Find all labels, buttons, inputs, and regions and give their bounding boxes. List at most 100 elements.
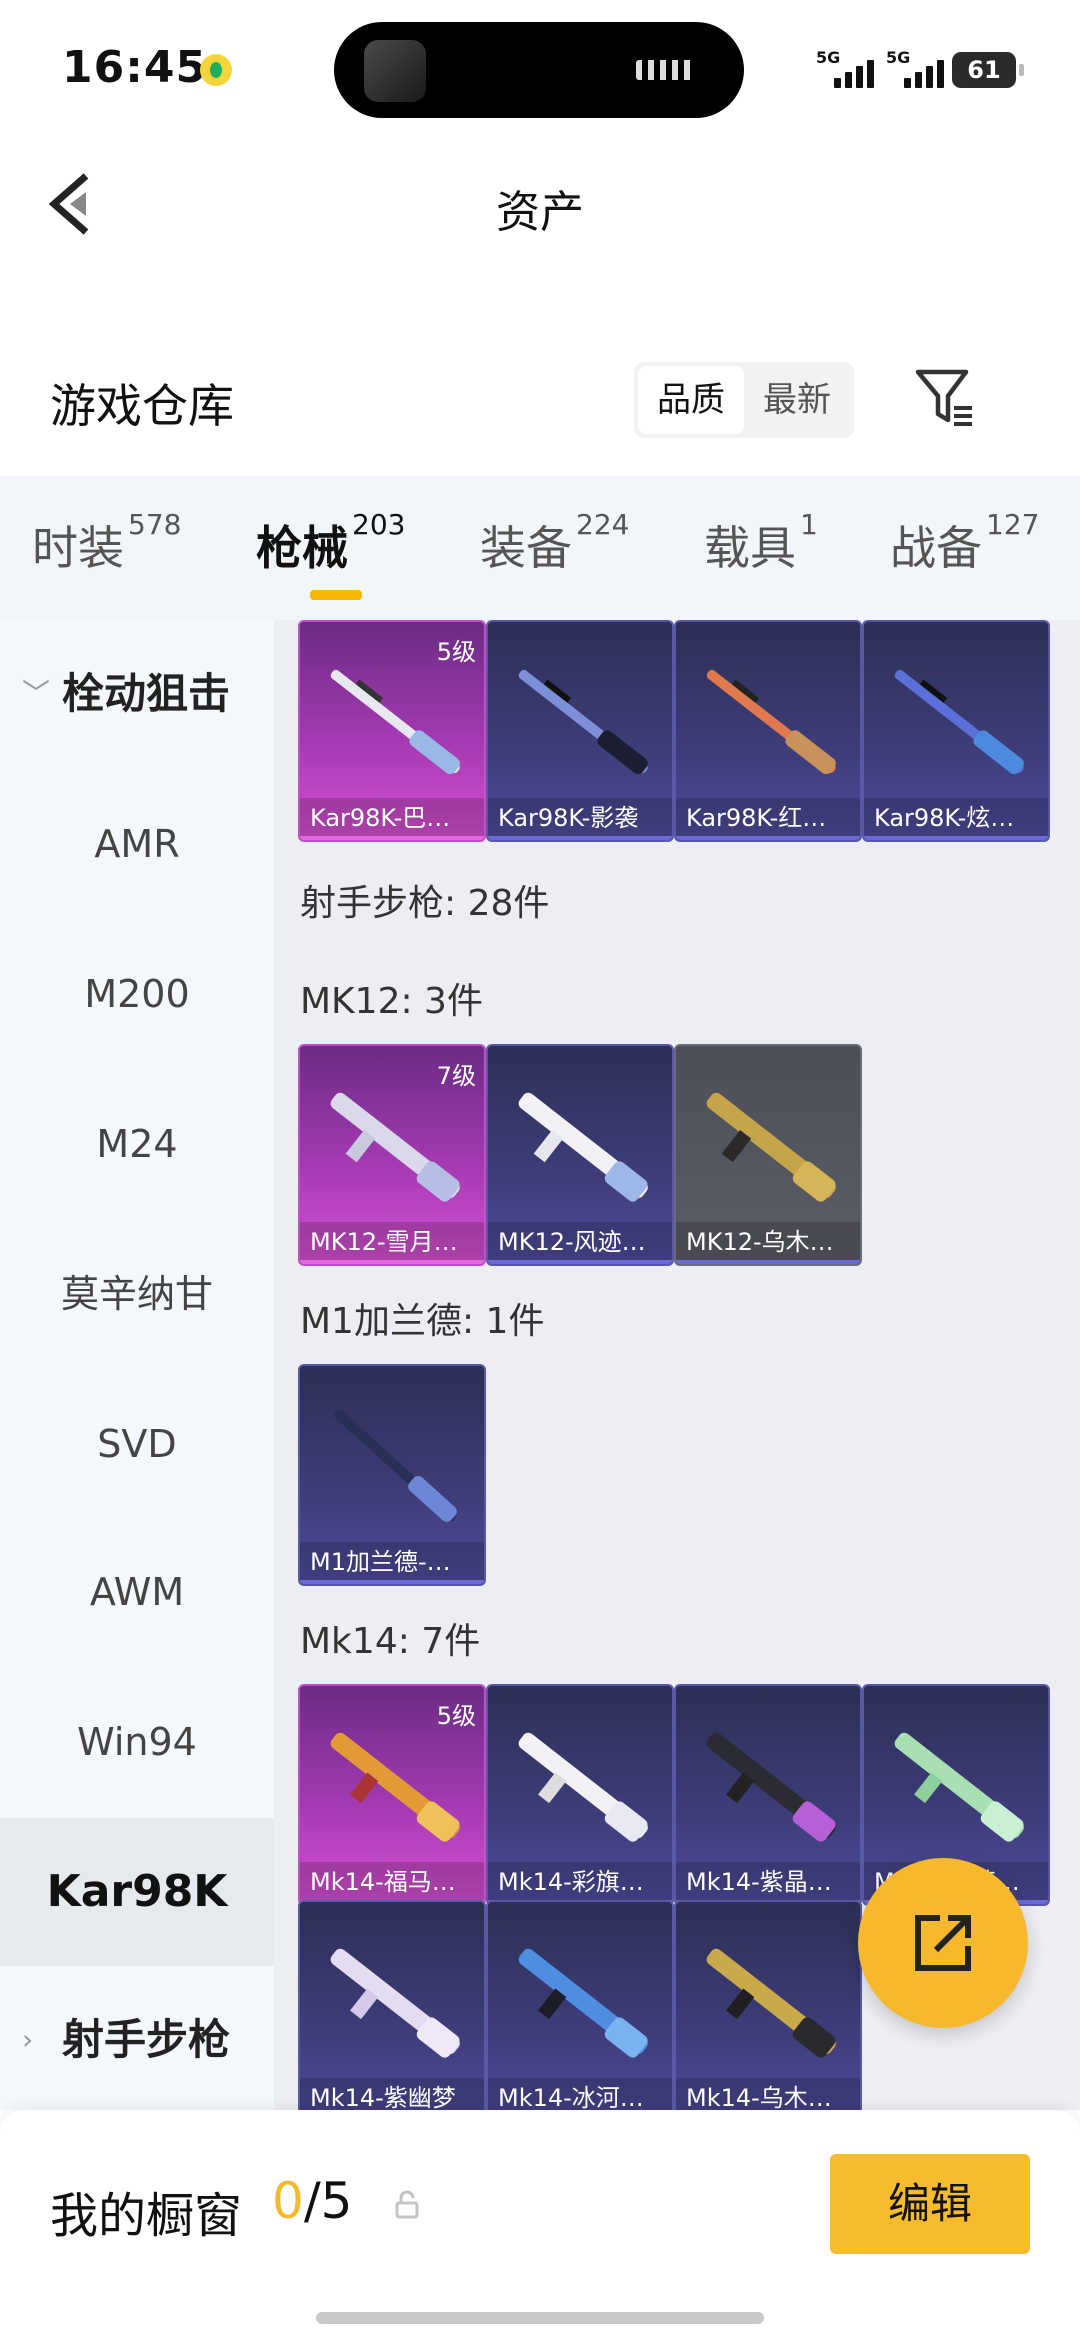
- sidebar-item-amr[interactable]: AMR: [0, 770, 274, 918]
- weapon-card[interactable]: Mk14-冰河…: [486, 1900, 674, 2110]
- dynamic-island[interactable]: [334, 22, 744, 118]
- tab-label: 枪械: [256, 521, 348, 575]
- filter-icon[interactable]: [912, 364, 978, 430]
- rifle-icon: [330, 669, 460, 775]
- rifle-icon: [518, 1948, 648, 2058]
- weapon-name: Kar98K-红…: [676, 798, 860, 840]
- weapon-name: Mk14-福马…: [300, 1862, 484, 1904]
- rifle-icon: [706, 669, 836, 775]
- sidebar-group-bolt-action[interactable]: ﹀ 栓动狙击: [0, 620, 274, 768]
- showcase-count: 0/5: [272, 2172, 352, 2230]
- tab-firearms[interactable]: 枪械 203: [256, 508, 405, 578]
- sidebar-item-mosin[interactable]: 莫辛纳甘: [0, 1220, 274, 1368]
- sidebar-label: 射手步枪: [62, 2015, 231, 2064]
- lock-icon: [395, 2190, 419, 2219]
- weapon-card[interactable]: MK12-乌木…: [674, 1044, 862, 1266]
- tab-count: 1: [800, 508, 818, 541]
- weapon-name: MK12-风迹…: [488, 1222, 672, 1264]
- album-art-icon: [364, 40, 426, 102]
- sidebar-item-m200[interactable]: M200: [0, 920, 274, 1068]
- sidebar-group-dmr[interactable]: › 射手步枪: [0, 1966, 274, 2114]
- rifle-icon: [518, 1092, 648, 1202]
- weapon-card[interactable]: 5级 Mk14-福马…: [298, 1684, 486, 1906]
- showcase-title: 我的橱窗: [50, 2188, 243, 2244]
- home-indicator[interactable]: [316, 2312, 764, 2324]
- sidebar-label: 栓动狙击: [62, 669, 231, 718]
- subcategory-label: M1加兰德: 1件: [300, 1301, 545, 1342]
- weapon-name: MK12-乌木…: [676, 1222, 860, 1264]
- tab-label: 装备: [480, 521, 572, 575]
- sort-newest-button[interactable]: 最新: [744, 366, 850, 434]
- weapon-card[interactable]: Kar98K-炫…: [862, 620, 1050, 842]
- showcase-bar: 我的橱窗 0/5 编辑: [0, 2110, 1080, 2345]
- sidebar-item-win94[interactable]: Win94: [0, 1668, 274, 1816]
- chevron-down-icon: ﹀: [22, 677, 51, 710]
- sidebar-item-awm[interactable]: AWM: [0, 1518, 274, 1666]
- weapon-name: Kar98K-影袭: [488, 798, 672, 840]
- tab-equipment[interactable]: 装备 224: [480, 508, 629, 578]
- rifle-icon: [706, 1092, 836, 1202]
- edit-button[interactable]: 编辑: [830, 2154, 1030, 2254]
- weapon-name: Mk14-彩旗…: [488, 1862, 672, 1904]
- weapon-name: MK12-雪月…: [300, 1222, 484, 1264]
- weapon-card[interactable]: Mk14-紫幽梦: [298, 1900, 486, 2110]
- status-time: 16:45: [62, 42, 208, 93]
- weapon-card[interactable]: Mk14-乌木…: [674, 1900, 862, 2110]
- sidebar-item-svd[interactable]: SVD: [0, 1370, 274, 1518]
- sort-quality-button[interactable]: 品质: [638, 366, 744, 434]
- rifle-icon: [706, 1732, 836, 1842]
- rifle-icon: [894, 669, 1024, 775]
- rifle-icon: [330, 1732, 460, 1842]
- music-app-icon: [200, 54, 232, 86]
- weapon-name: Mk14-紫幽梦: [300, 2078, 484, 2110]
- tab-count: 127: [986, 508, 1040, 541]
- tab-count: 578: [128, 508, 182, 541]
- external-link-icon: [915, 1915, 971, 1971]
- weapon-name: Mk14-紫晶…: [676, 1862, 860, 1904]
- weapon-card[interactable]: 7级 MK12-雪月…: [298, 1044, 486, 1266]
- share-button[interactable]: [858, 1858, 1028, 2028]
- tab-fashion[interactable]: 时装 578: [32, 508, 181, 578]
- tab-label: 时装: [32, 521, 124, 575]
- weapon-card[interactable]: M1加兰德-…: [298, 1364, 486, 1586]
- tab-vehicles[interactable]: 载具 1: [704, 508, 818, 578]
- cellular-signal-icon: 5G: [816, 48, 876, 88]
- cellular-signal-icon-2: 5G: [886, 48, 946, 88]
- page-title: 资产: [496, 187, 584, 238]
- weapon-card[interactable]: 5级 Kar98K-巴…: [298, 620, 486, 842]
- rifle-icon: [706, 1948, 836, 2058]
- weapon-name: Kar98K-巴…: [300, 798, 484, 840]
- audio-wave-icon: [636, 60, 696, 80]
- weapon-card[interactable]: MK12-风迹…: [486, 1044, 674, 1266]
- showcase-current: 0: [272, 2172, 304, 2230]
- rifle-icon: [330, 1948, 460, 2058]
- subcategory-label: Mk14: 7件: [300, 1621, 481, 1662]
- tab-label: 载具: [704, 521, 796, 575]
- rifle-icon: [334, 1409, 457, 1522]
- weapon-card[interactable]: Mk14-彩旗…: [486, 1684, 674, 1906]
- weapon-card[interactable]: Kar98K-红…: [674, 620, 862, 842]
- rifle-icon: [518, 1732, 648, 1842]
- rifle-icon: [518, 669, 648, 775]
- tab-label: 战备: [890, 521, 982, 575]
- status-bar: 16:45 5G 5G 61: [0, 0, 1080, 140]
- tab-count: 224: [576, 508, 630, 541]
- weapon-name: Mk14-冰河…: [488, 2078, 672, 2110]
- showcase-total: /5: [303, 2172, 353, 2230]
- section-title: 游戏仓库: [50, 379, 234, 433]
- sidebar-item-m24[interactable]: M24: [0, 1070, 274, 1218]
- rifle-icon: [330, 1092, 460, 1202]
- chevron-right-icon: ›: [22, 2023, 34, 2056]
- category-total: 射手步枪: 28件: [300, 883, 550, 924]
- sort-toggle: 品质 最新: [634, 362, 854, 438]
- rifle-icon: [894, 1732, 1024, 1842]
- weapon-name: Kar98K-炫…: [864, 798, 1048, 840]
- subcategory-label: MK12: 3件: [300, 981, 483, 1022]
- tab-count: 203: [352, 508, 406, 541]
- battery-icon: 61: [952, 52, 1024, 88]
- weapon-card[interactable]: Kar98K-影袭: [486, 620, 674, 842]
- weapon-card[interactable]: Mk14-紫晶…: [674, 1684, 862, 1906]
- sidebar-item-kar98k[interactable]: Kar98K: [0, 1818, 274, 1966]
- weapon-type-sidebar: ﹀ 栓动狙击 AMR M200 M24 莫辛纳甘 SVD AWM Win94 Ka…: [0, 620, 274, 2110]
- tab-supplies[interactable]: 战备 127: [890, 508, 1039, 578]
